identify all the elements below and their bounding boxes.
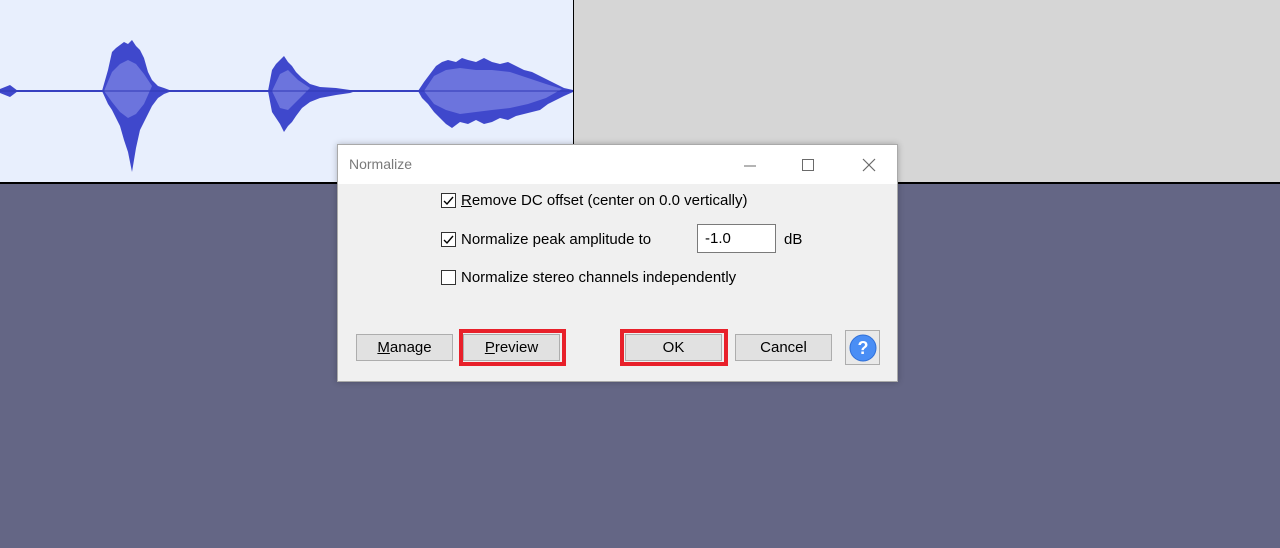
normalize-peak-checkbox[interactable] xyxy=(441,232,456,247)
normalize-peak-option[interactable]: Normalize peak amplitude to xyxy=(441,231,651,248)
close-icon xyxy=(862,158,876,171)
audacity-window: Normalize Remove DC offset (center on 0.… xyxy=(0,0,1280,548)
normalize-peak-label: Normalize peak amplitude to xyxy=(461,231,652,248)
minimize-icon xyxy=(744,165,756,166)
peak-amplitude-input[interactable] xyxy=(697,224,776,253)
remove-dc-offset-option[interactable]: Remove DC offset (center on 0.0 vertical… xyxy=(441,192,748,209)
manage-rest: anage xyxy=(389,339,432,356)
normalize-dialog: Normalize Remove DC offset (center on 0.… xyxy=(337,144,898,382)
help-button[interactable]: ? xyxy=(845,330,880,365)
svg-text:?: ? xyxy=(857,338,868,358)
help-question-icon: ? xyxy=(849,334,876,361)
cancel-button[interactable]: Cancel xyxy=(735,334,832,361)
close-button[interactable] xyxy=(846,145,892,184)
remove-dc-offset-mnemonic: R xyxy=(461,192,472,209)
manage-mnemonic: M xyxy=(377,339,390,356)
remove-dc-offset-checkbox[interactable] xyxy=(441,193,456,208)
remove-dc-offset-label: Remove DC offset (center on 0.0 vertical… xyxy=(461,192,748,209)
minimize-button[interactable] xyxy=(727,145,773,184)
peak-amplitude-unit: dB xyxy=(784,231,803,248)
ok-button[interactable]: OK xyxy=(625,334,722,361)
preview-rest: review xyxy=(494,339,539,356)
stereo-independent-label: Normalize stereo channels independently xyxy=(461,269,737,286)
dialog-titlebar[interactable]: Normalize xyxy=(338,145,897,184)
manage-button[interactable]: Manage xyxy=(356,334,453,361)
preview-mnemonic: P xyxy=(484,339,495,356)
dialog-title: Normalize xyxy=(349,156,413,172)
maximize-icon xyxy=(802,158,814,171)
remove-dc-offset-text: emove DC offset (center on 0.0 verticall… xyxy=(471,192,748,209)
checkmark-icon xyxy=(443,235,454,245)
stereo-independent-checkbox[interactable] xyxy=(441,270,456,285)
stereo-independent-option[interactable]: Normalize stereo channels independently xyxy=(441,269,736,286)
maximize-button[interactable] xyxy=(785,145,831,184)
preview-button[interactable]: Preview xyxy=(463,334,560,361)
checkmark-icon xyxy=(443,196,454,206)
